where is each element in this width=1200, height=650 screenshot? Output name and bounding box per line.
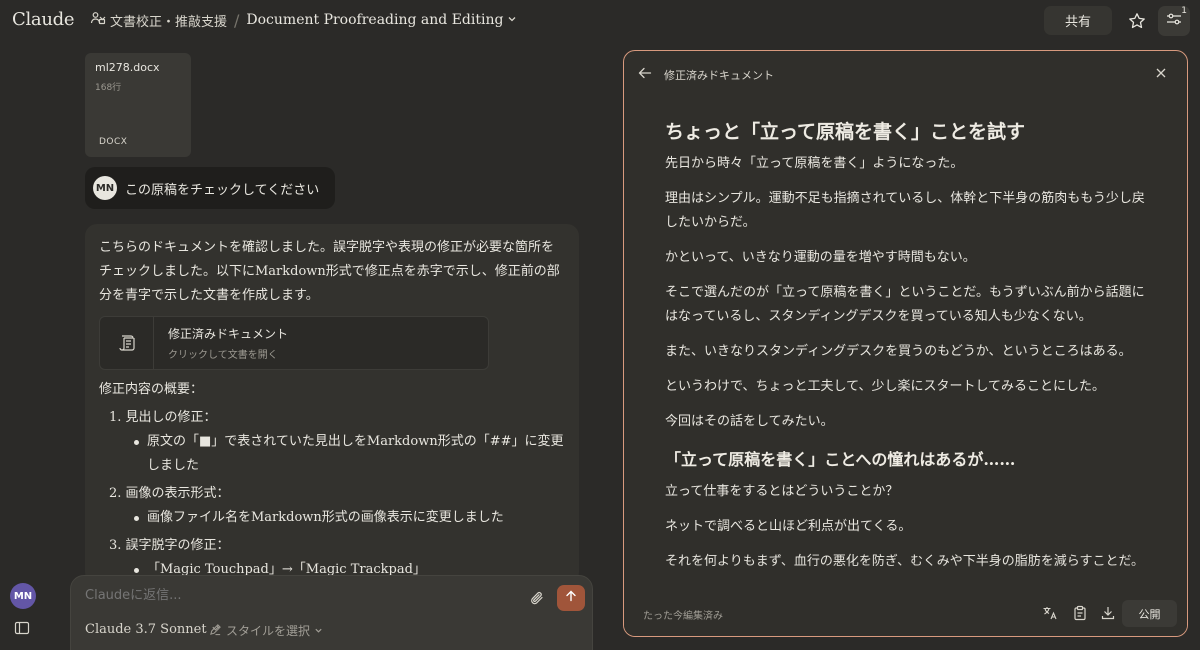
artifact-title: 修正済みドキュメント [168, 327, 289, 341]
send-button[interactable] [557, 585, 585, 611]
document-paragraph: 今回はその話をしてみたい。 [665, 414, 834, 429]
paperclip-icon[interactable] [529, 590, 545, 606]
panel-title: 修正済みドキュメント [664, 69, 774, 82]
file-line-count: 168行 [95, 83, 122, 93]
model-selector[interactable]: Claude 3.7 Sonnet [85, 622, 220, 637]
share-button[interactable]: 共有 [1044, 6, 1112, 35]
style-selector[interactable]: スタイルを選択 [209, 622, 323, 639]
breadcrumb: 文書校正・推敲支援 / Document Proofreading and Ed… [90, 10, 517, 30]
assistant-message: こちらのドキュメントを確認しました。誤字脱字や表現の修正が必要な箇所をチェックし… [85, 224, 579, 584]
document-paragraph: そこで選んだのが「立って原稿を書く」ということだ。もうずいぶん前から話題にはなっ… [665, 285, 1145, 324]
document-paragraph: 先日から時々「立って原稿を書く」ようになった。 [665, 156, 964, 171]
panel-footer: たった今編集済み 公開 [624, 592, 1187, 636]
scroll-fade [624, 562, 1187, 592]
artifact-panel: 修正済みドキュメント ちょっと「立って原稿を書く」ことを試す 先日から時々「立っ… [623, 50, 1188, 637]
document-icon [100, 317, 154, 369]
top-bar: Claude 文書校正・推敲支援 / Document Proofreading… [0, 0, 1200, 42]
conversation-title[interactable]: Document Proofreading and Editing [246, 12, 503, 28]
document-paragraph: また、いきなりスタンディングデスクを買うのもどうか、というところはある。 [665, 344, 1132, 359]
clipboard-icon[interactable] [1072, 605, 1088, 621]
translate-icon[interactable] [1042, 605, 1058, 621]
attached-file-card[interactable]: ml278.docx 168行 DOCX [85, 53, 191, 157]
user-message: MN この原稿をチェックしてください [85, 167, 335, 209]
document-paragraph: ネットで調べると山ほど利点が出てくる。 [665, 519, 912, 534]
file-name: ml278.docx [95, 61, 160, 74]
summary-title: 修正内容の概要： [99, 382, 204, 397]
notification-badge: 1 [1181, 6, 1187, 16]
arrow-up-icon [565, 590, 577, 606]
style-label: スタイルを選択 [226, 624, 311, 638]
list-item: 3. 誤字脱字の修正： [109, 538, 230, 553]
list-item: 1. 見出しの修正： [109, 410, 217, 425]
avatar: MN [93, 176, 117, 200]
list-bullet: 原文の「■」で表されていた見出しをMarkdown形式の「##」に変更しました [109, 430, 565, 478]
sidebar-toggle-icon[interactable] [14, 620, 30, 636]
pen-icon [209, 623, 222, 639]
sliders-icon [1166, 12, 1182, 30]
panel-header: 修正済みドキュメント [624, 51, 1187, 97]
file-type: DOCX [99, 137, 128, 147]
document-subheading: 「立って原稿を書く」ことへの憧れはあるが…… [665, 450, 1016, 469]
app-logo[interactable]: Claude [12, 9, 75, 30]
project-name[interactable]: 文書校正・推敲支援 [110, 11, 227, 30]
model-name: Claude 3.7 Sonnet [85, 622, 207, 637]
breadcrumb-separator: / [234, 10, 240, 30]
document-paragraph: かといって、いきなり運動の量を増やす時間もない。 [665, 250, 976, 265]
document-content: ちょっと「立って原稿を書く」ことを試す 先日から時々「立って原稿を書く」ようにな… [665, 117, 1155, 597]
list-bullet: 画像ファイル名をMarkdown形式の画像表示に変更しました [109, 506, 565, 530]
assistant-intro: こちらのドキュメントを確認しました。誤字脱字や表現の修正が必要な箇所をチェックし… [99, 240, 560, 303]
settings-button[interactable]: 1 [1158, 6, 1190, 36]
publish-button[interactable]: 公開 [1122, 600, 1177, 627]
star-icon[interactable] [1124, 8, 1150, 34]
download-icon[interactable] [1100, 605, 1116, 621]
artifact-subtitle: クリックして文書を開く [168, 350, 278, 361]
edit-status: たった今編集済み [643, 611, 723, 622]
artifact-card[interactable]: 修正済みドキュメント クリックして文書を開く [99, 316, 489, 370]
summary-list: 1. 見出しの修正： 原文の「■」で表されていた見出しをMarkdown形式の「… [109, 406, 565, 582]
project-icon [90, 10, 106, 30]
document-paragraph: 理由はシンプル。運動不足も指摘されているし、体幹と下半身の筋肉ももう少し戻したい… [665, 191, 1145, 230]
composer: Claude 3.7 Sonnet スタイルを選択 [70, 575, 593, 650]
reply-input[interactable] [85, 588, 485, 603]
chevron-down-icon[interactable] [507, 13, 517, 28]
document-paragraph: 立って仕事をするとはどういうことか？ [665, 484, 899, 499]
chevron-down-icon [314, 624, 323, 638]
list-item: 2. 画像の表示形式： [109, 486, 230, 501]
user-avatar[interactable]: MN [10, 583, 36, 609]
document-paragraph: というわけで、ちょっと工夫して、少し楽にスタートしてみることにした。 [665, 379, 1106, 394]
close-icon[interactable] [1155, 67, 1169, 81]
document-heading: ちょっと「立って原稿を書く」ことを試す [665, 121, 1026, 143]
arrow-left-icon[interactable] [638, 66, 654, 82]
user-message-text: この原稿をチェックしてください [125, 182, 320, 198]
